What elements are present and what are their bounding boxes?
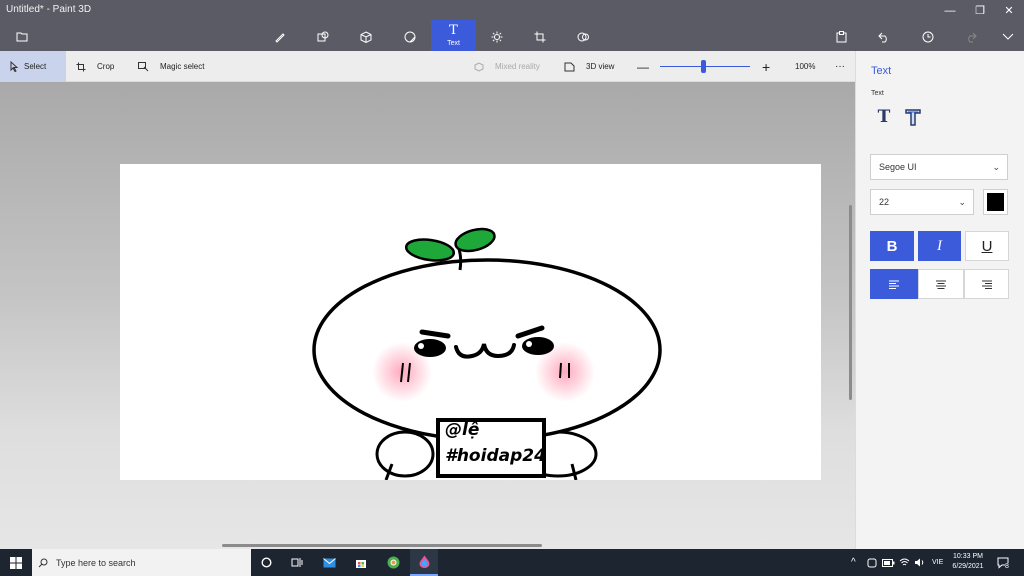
underline-label: U [981,237,993,255]
expand-chevron-icon[interactable] [993,22,1023,51]
mixed-reality-button[interactable]: Mixed reality [474,51,540,82]
font-family-value: Segoe UI [879,162,917,172]
network-icon[interactable] [899,549,910,576]
eye-left-shine [418,343,424,349]
input-language[interactable]: VIE [932,549,943,576]
tab-text-label: Text [447,40,460,47]
main-toolbar [0,22,1024,51]
store-icon[interactable] [347,549,375,576]
align-right-button[interactable] [964,269,1009,299]
title-bar: Untitled* - Paint 3D — ❐ ✕ [0,0,1024,22]
mail-icon[interactable] [315,549,343,576]
panel-subtitle: Text [871,90,884,97]
italic-label: I [937,237,942,254]
zoom-slider-thumb[interactable] [701,60,707,73]
minimize-button[interactable]: — [935,0,965,22]
sign-text-line2[interactable]: #hoidap24 [445,446,546,466]
text-panel: Text Text T [855,51,1024,549]
paint-3d-taskbar-icon[interactable] [410,549,438,576]
maximize-button[interactable]: ❐ [965,0,995,22]
notification-count: 8 [1005,563,1009,570]
sign-text-line1[interactable]: @lệ [445,420,479,440]
magic-select-button[interactable]: Magic select [138,51,204,82]
redo-icon[interactable] [956,22,986,51]
system-clock[interactable]: 10:33 PM 6/29/2021 [946,552,990,572]
sprout-leaf-left [404,238,456,262]
align-center-button[interactable] [918,269,964,299]
sprout-leaf-right [454,227,496,253]
3d-shapes-icon[interactable] [351,22,381,51]
font-size-value: 22 [879,197,890,207]
align-center-icon [936,280,946,289]
align-left-button[interactable] [870,269,918,299]
tab-text[interactable]: T Text [431,20,476,51]
search-icon [38,558,48,567]
effects-icon[interactable] [482,22,512,51]
stickers-icon[interactable] [395,22,425,51]
more-options-button[interactable]: ··· [835,51,845,82]
font-family-select[interactable]: Segoe UI ⌄ [870,154,1008,180]
crop-label: Crop [97,62,115,71]
task-view-icon[interactable] [283,549,311,576]
magic-select-icon [138,61,149,71]
crop-button[interactable]: Crop [76,51,114,82]
undo-icon[interactable] [869,22,899,51]
3d-view-label: 3D view [586,62,615,71]
drawing-canvas[interactable]: @lệ #hoidap24 [120,164,821,480]
zoom-out-button[interactable]: — [637,51,649,82]
mixed-reality-label: Mixed reality [495,62,540,71]
clock-date: 6/29/2021 [952,563,984,570]
zoom-percent: 100% [795,62,816,71]
zoom-in-button[interactable]: + [762,51,770,82]
magic-select-label: Magic select [160,62,205,71]
clock-time: 10:33 PM [953,553,983,560]
eye-right-shine [526,341,532,347]
text-color-picker[interactable] [983,189,1008,215]
font-size-select[interactable]: 22 ⌄ [870,189,974,215]
menu-folder-icon[interactable] [7,22,37,51]
search-placeholder: Type here to search [56,557,136,568]
mixed-reality-icon [474,61,484,72]
3d-view-icon [564,62,575,71]
tray-expand-icon[interactable]: ^ [851,549,856,576]
chevron-down-icon: ⌄ [958,197,966,207]
left-hand [375,430,435,478]
taskbar: Type here to search ^ VIE 10:33 PM 6/29/… [0,549,1024,576]
select-button[interactable]: Select [0,51,66,82]
3d-text-icon[interactable] [902,106,924,128]
crop-icon [76,62,86,71]
cursor-icon [10,61,19,72]
2d-text-icon[interactable]: T [873,106,895,128]
italic-button[interactable]: I [918,231,961,261]
select-label: Select [24,62,47,71]
align-right-icon [981,280,992,289]
cortana-icon[interactable] [252,549,280,576]
paste-icon[interactable] [826,22,856,51]
taskbar-search[interactable]: Type here to search [32,549,251,576]
notifications-icon[interactable]: 8 [997,549,1009,576]
horizontal-scrollbar[interactable] [222,544,542,547]
3d-view-button[interactable]: 3D view [564,51,614,82]
canvas-icon[interactable] [525,22,555,51]
battery-icon[interactable] [882,549,895,576]
close-button[interactable]: ✕ [994,0,1024,22]
panel-title: Text [871,65,892,77]
history-icon[interactable] [913,22,943,51]
brushes-icon[interactable] [265,22,295,51]
text-color-swatch [987,193,1004,211]
2d-shapes-icon[interactable] [308,22,338,51]
windows-start-icon[interactable] [2,549,30,576]
3d-library-icon[interactable] [568,22,598,51]
window-title: Untitled* - Paint 3D [6,4,92,15]
device-icon[interactable] [867,549,877,576]
bold-button[interactable]: B [870,231,914,261]
browser-icon[interactable] [379,549,407,576]
align-left-icon [889,280,899,289]
vertical-scrollbar[interactable] [849,205,852,400]
chevron-down-icon: ⌄ [992,162,1000,172]
bold-label: B [886,237,898,255]
underline-button[interactable]: U [965,231,1009,261]
volume-icon[interactable] [914,549,925,576]
text-tool-icon: T [449,23,458,38]
